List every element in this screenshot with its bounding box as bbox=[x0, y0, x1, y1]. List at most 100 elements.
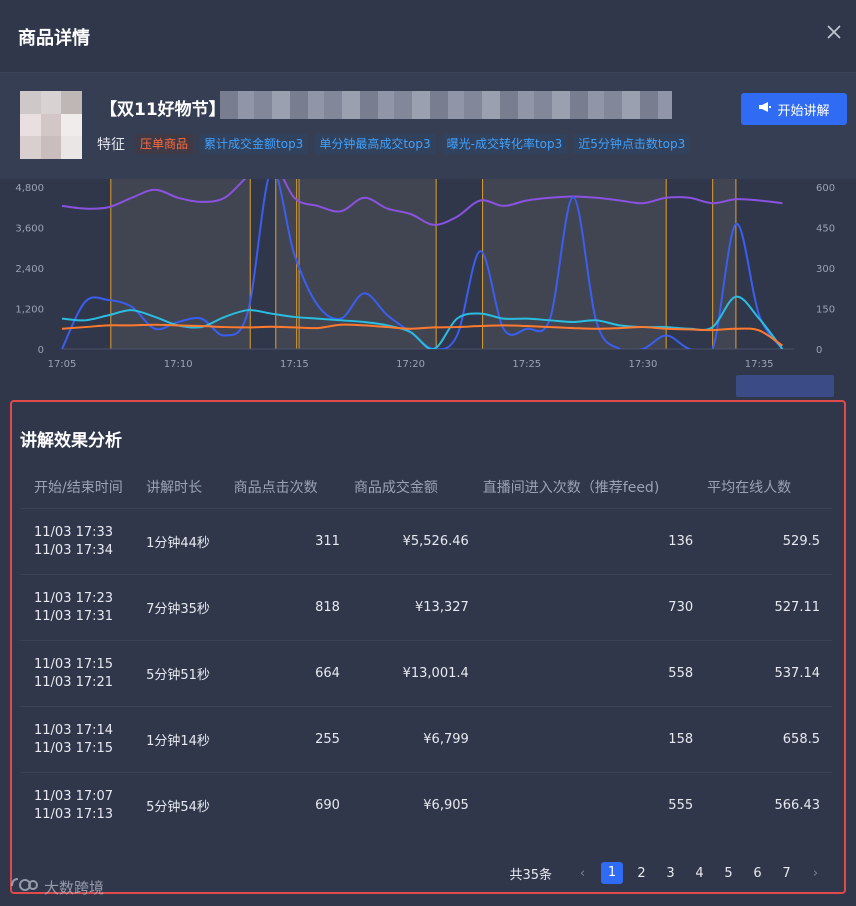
duration-cell: 1分钟44秒 bbox=[146, 508, 234, 575]
page-number-6[interactable]: 6 bbox=[743, 866, 772, 881]
duration-cell: 5分钟51秒 bbox=[146, 640, 234, 707]
entries-cell: 136 bbox=[482, 508, 708, 575]
tag-pressure-product: 压单商品 bbox=[135, 134, 194, 154]
explain-period-band bbox=[299, 179, 437, 349]
avg-online-cell: 658.5 bbox=[707, 706, 832, 773]
tag-conversion-rate: 曝光-成交转化率top3 bbox=[441, 134, 568, 154]
duration-cell: 1分钟14秒 bbox=[146, 706, 234, 773]
x-tick-label: 17:05 bbox=[48, 359, 77, 370]
end-time: 11/03 17:31 bbox=[34, 608, 114, 624]
amount-cell: ¥13,327 bbox=[353, 574, 483, 641]
time-cell: 11/03 17:15 11/03 17:21 bbox=[20, 640, 147, 707]
start-time: 11/03 17:07 bbox=[34, 788, 114, 804]
x-tick-label: 17:30 bbox=[629, 359, 658, 370]
watermark-text: 大数跨境 bbox=[44, 878, 105, 897]
chart-zoom-slider[interactable] bbox=[736, 375, 834, 397]
product-card: 【双11好物节】 特征 压单商品 累计成交金额top3 单分钟最高成交top3 … bbox=[0, 73, 856, 179]
start-time: 11/03 17:23 bbox=[34, 590, 114, 606]
pagination-total: 共35条 bbox=[509, 867, 552, 883]
avg-online-cell: 529.5 bbox=[707, 508, 832, 575]
y-right-tick-label: 300 bbox=[816, 264, 835, 275]
entries-cell: 555 bbox=[482, 772, 708, 838]
amount-cell: ¥13,001.4 bbox=[353, 640, 483, 707]
y-left-tick-label: 1,200 bbox=[15, 305, 44, 316]
product-title: 【双11好物节】 bbox=[100, 100, 226, 120]
blurred-product-name bbox=[220, 91, 672, 119]
product-thumbnail bbox=[20, 91, 82, 159]
page-number-1[interactable]: 1 bbox=[601, 862, 623, 884]
time-cell: 11/03 17:07 11/03 17:13 bbox=[20, 772, 147, 838]
analysis-title: 讲解效果分析 bbox=[20, 431, 122, 451]
amount-cell: ¥6,799 bbox=[353, 706, 483, 773]
table-header-row: 开始/结束时间 讲解时长 商品点击次数 商品成交金额 直播间进入次数（推荐fee… bbox=[20, 466, 832, 509]
start-time: 11/03 17:14 bbox=[34, 722, 114, 738]
page-number-7[interactable]: 7 bbox=[772, 866, 801, 881]
y-left-tick-label: 0 bbox=[38, 345, 44, 356]
y-right-tick-label: 150 bbox=[816, 305, 835, 316]
time-cell: 11/03 17:14 11/03 17:15 bbox=[20, 706, 147, 773]
column-header: 平均在线人数 bbox=[707, 480, 792, 496]
page-number-3[interactable]: 3 bbox=[656, 866, 685, 881]
product-detail-modal: 商品详情 【双11好物节】 特征 压单商品 累计成交金额top3 单分钟最高成交… bbox=[0, 0, 856, 906]
y-left-tick-label: 3,600 bbox=[15, 224, 44, 235]
x-tick-label: 17:10 bbox=[164, 359, 193, 370]
x-tick-label: 17:20 bbox=[396, 359, 425, 370]
watermark: 大数跨境 bbox=[10, 876, 104, 898]
start-time: 11/03 17:15 bbox=[34, 656, 114, 672]
avg-online-cell: 527.11 bbox=[707, 574, 832, 641]
column-header: 商品点击次数 bbox=[233, 480, 318, 496]
column-header: 开始/结束时间 bbox=[34, 480, 123, 496]
time-cell: 11/03 17:23 11/03 17:31 bbox=[20, 574, 147, 641]
chart-area: 0 1,200 2,400 3,600 4,800 0 150 300 450 600 17:05 1… bbox=[0, 179, 856, 399]
table-row: 11/03 17:14 11/03 17:15 1分钟14秒 255 ¥6,799 158… bbox=[20, 706, 832, 773]
next-page-icon[interactable]: › bbox=[801, 866, 830, 881]
clicks-cell: 818 bbox=[233, 574, 354, 641]
page-number-2[interactable]: 2 bbox=[627, 866, 656, 881]
duration-cell: 5分钟54秒 bbox=[146, 772, 234, 838]
modal-title: 商品详情 bbox=[18, 28, 90, 49]
start-explain-label: 开始讲解 bbox=[777, 103, 830, 119]
trend-chart: 0 1,200 2,400 3,600 4,800 0 150 300 450 600 17:05 1… bbox=[15, 179, 835, 370]
feature-label: 特征 bbox=[97, 137, 125, 153]
entries-cell: 158 bbox=[482, 706, 708, 773]
page-number-4[interactable]: 4 bbox=[685, 866, 714, 881]
column-header: 直播间进入次数（推荐feed) bbox=[482, 480, 660, 496]
tag-cumulative-sales: 累计成交金额top3 bbox=[199, 134, 309, 154]
end-time: 11/03 17:13 bbox=[34, 806, 114, 822]
start-explain-button[interactable]: 开始讲解 bbox=[741, 93, 847, 125]
megaphone-icon bbox=[758, 101, 772, 117]
explain-period-band bbox=[275, 179, 297, 349]
feature-row: 特征 压单商品 累计成交金额top3 单分钟最高成交top3 曝光-成交转化率t… bbox=[97, 133, 691, 155]
analysis-table: 开始/结束时间 讲解时长 商品点击次数 商品成交金额 直播间进入次数（推荐fee… bbox=[20, 466, 832, 838]
duration-cell: 7分钟35秒 bbox=[146, 574, 234, 641]
dashuju-logo-icon bbox=[10, 876, 38, 898]
time-cell: 11/03 17:33 11/03 17:34 bbox=[20, 508, 147, 575]
analysis-panel: 讲解效果分析 开始/结束时间 讲解时长 商品点击次数 商品成交金额 直播间进入次… bbox=[10, 400, 846, 894]
clicks-cell: 690 bbox=[233, 772, 354, 838]
end-time: 11/03 17:21 bbox=[34, 674, 114, 690]
y-left-tick-label: 4,800 bbox=[15, 183, 44, 194]
modal-header: 商品详情 bbox=[0, 0, 856, 73]
table-row: 11/03 17:15 11/03 17:21 5分钟51秒 664 ¥13,001.4… bbox=[20, 640, 832, 707]
pagination: 共35条 ‹ 1234567 › bbox=[509, 862, 830, 884]
clicks-cell: 664 bbox=[233, 640, 354, 707]
y-left-tick-label: 2,400 bbox=[15, 264, 44, 275]
y-right-tick-label: 450 bbox=[816, 224, 835, 235]
table-row: 11/03 17:23 11/03 17:31 7分钟35秒 818 ¥13,327 73… bbox=[20, 574, 832, 641]
y-right-tick-label: 600 bbox=[816, 183, 835, 194]
entries-cell: 730 bbox=[482, 574, 708, 641]
clicks-cell: 311 bbox=[233, 508, 354, 575]
x-tick-label: 17:35 bbox=[745, 359, 774, 370]
tag-recent-clicks: 近5分钟点击数top3 bbox=[573, 134, 691, 154]
entries-cell: 558 bbox=[482, 640, 708, 707]
close-icon[interactable] bbox=[824, 22, 844, 42]
explain-period-band bbox=[110, 179, 251, 349]
page-number-5[interactable]: 5 bbox=[714, 866, 743, 881]
column-header: 讲解时长 bbox=[146, 480, 203, 496]
column-header: 商品成交金额 bbox=[353, 480, 438, 496]
prev-page-icon[interactable]: ‹ bbox=[568, 866, 597, 881]
tag-peak-minute-sales: 单分钟最高成交top3 bbox=[314, 134, 436, 154]
y-right-tick-label: 0 bbox=[816, 345, 822, 356]
start-time: 11/03 17:33 bbox=[34, 524, 114, 540]
table-row: 11/03 17:07 11/03 17:13 5分钟54秒 690 ¥6,905 555… bbox=[20, 772, 832, 838]
